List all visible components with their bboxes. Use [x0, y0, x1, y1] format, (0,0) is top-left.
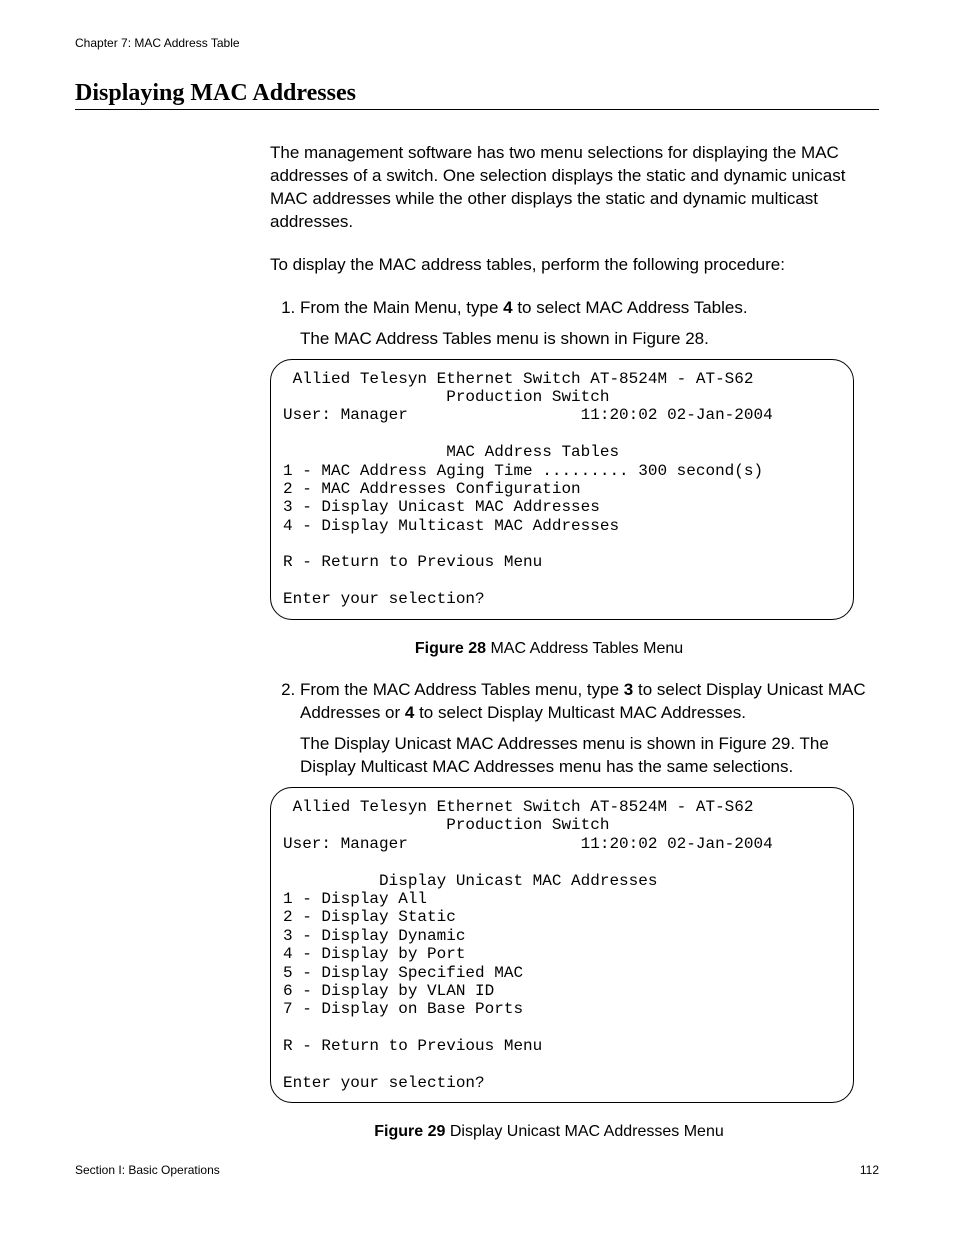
- step-1-text-pre: From the Main Menu, type: [300, 298, 503, 317]
- figure-29-caption: Figure 29 Display Unicast MAC Addresses …: [270, 1121, 828, 1143]
- procedure-steps: From the Main Menu, type 4 to select MAC…: [270, 297, 876, 1143]
- step-1-sub: The MAC Address Tables menu is shown in …: [300, 328, 876, 351]
- step-2-bold-2: 4: [405, 703, 414, 722]
- step-1-bold: 4: [503, 298, 512, 317]
- figure-28-text: MAC Address Tables Menu: [486, 640, 683, 657]
- step-1: From the Main Menu, type 4 to select MAC…: [300, 297, 876, 660]
- step-2-text-post: to select Display Multicast MAC Addresse…: [414, 703, 746, 722]
- step-2-sub: The Display Unicast MAC Addresses menu i…: [300, 733, 876, 779]
- figure-29-text: Display Unicast MAC Addresses Menu: [445, 1123, 723, 1140]
- terminal-output-2: Allied Telesyn Ethernet Switch AT-8524M …: [270, 787, 854, 1103]
- figure-28-caption: Figure 28 MAC Address Tables Menu: [270, 638, 828, 660]
- step-1-text-post: to select MAC Address Tables.: [513, 298, 748, 317]
- terminal-output-1: Allied Telesyn Ethernet Switch AT-8524M …: [270, 359, 854, 620]
- section-heading: Displaying MAC Addresses: [75, 80, 879, 110]
- step-2-bold-1: 3: [624, 680, 633, 699]
- footer-section: Section I: Basic Operations: [75, 1163, 220, 1177]
- step-2-text-pre: From the MAC Address Tables menu, type: [300, 680, 624, 699]
- intro-paragraph-2: To display the MAC address tables, perfo…: [270, 254, 876, 277]
- figure-28-label: Figure 28: [415, 640, 486, 657]
- document-page: Chapter 7: MAC Address Table Displaying …: [0, 0, 954, 1235]
- footer-page-number: 112: [860, 1163, 879, 1177]
- step-2: From the MAC Address Tables menu, type 3…: [300, 679, 876, 1143]
- body-column: The management software has two menu sel…: [270, 142, 876, 1143]
- figure-29-label: Figure 29: [374, 1123, 445, 1140]
- intro-paragraph-1: The management software has two menu sel…: [270, 142, 876, 234]
- chapter-header: Chapter 7: MAC Address Table: [75, 36, 879, 50]
